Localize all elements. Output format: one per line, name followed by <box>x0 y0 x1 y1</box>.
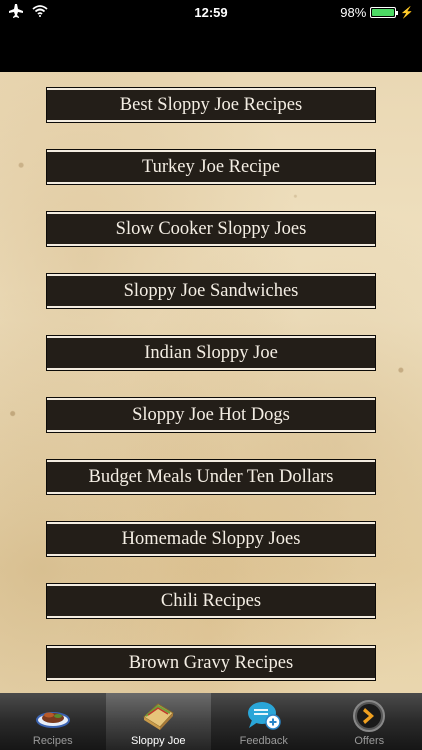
recipe-button[interactable]: Brown Gravy Recipes <box>47 646 375 680</box>
recipe-list-view[interactable]: Best Sloppy Joe Recipes Turkey Joe Recip… <box>0 72 422 693</box>
battery-fill <box>372 8 394 16</box>
sandwich-icon <box>140 699 176 733</box>
recipe-button[interactable]: Sloppy Joe Sandwiches <box>47 274 375 308</box>
recipe-button[interactable]: Slow Cooker Sloppy Joes <box>47 212 375 246</box>
tab-label: Sloppy Joe <box>131 735 186 747</box>
recipe-button[interactable]: Homemade Sloppy Joes <box>47 522 375 556</box>
recipe-button[interactable]: Best Sloppy Joe Recipes <box>47 88 375 122</box>
status-time: 12:59 <box>194 4 228 20</box>
charging-bolt-icon: ⚡ <box>400 6 414 19</box>
tab-offers[interactable]: Offers <box>317 693 422 750</box>
status-bar: 12:59 98% ⚡ <box>0 0 422 24</box>
navigation-bar <box>0 24 422 72</box>
tab-label: Recipes <box>32 735 73 747</box>
battery-icon <box>370 6 399 18</box>
recipe-button[interactable]: Indian Sloppy Joe <box>47 336 375 370</box>
tab-feedback[interactable]: Feedback <box>211 693 317 750</box>
airplane-icon <box>8 3 24 21</box>
tab-label: Feedback <box>239 735 288 747</box>
chat-bubble-plus-icon <box>246 699 282 733</box>
recipe-button[interactable]: Budget Meals Under Ten Dollars <box>47 460 375 494</box>
tab-label: Offers <box>354 735 385 747</box>
tab-bar: Recipes Sloppy Joe Feedback Offers <box>0 693 422 750</box>
food-plate-icon <box>35 699 71 733</box>
recipe-button[interactable]: Sloppy Joe Hot Dogs <box>47 398 375 432</box>
tab-recipes[interactable]: Recipes <box>0 693 106 750</box>
tab-sloppy-joe[interactable]: Sloppy Joe <box>105 693 211 750</box>
chevron-circle-icon <box>351 699 387 733</box>
recipe-button[interactable]: Turkey Joe Recipe <box>47 150 375 184</box>
recipe-button[interactable]: Chili Recipes <box>47 584 375 618</box>
wifi-icon <box>32 4 48 20</box>
battery-percent: 98% <box>340 4 367 20</box>
